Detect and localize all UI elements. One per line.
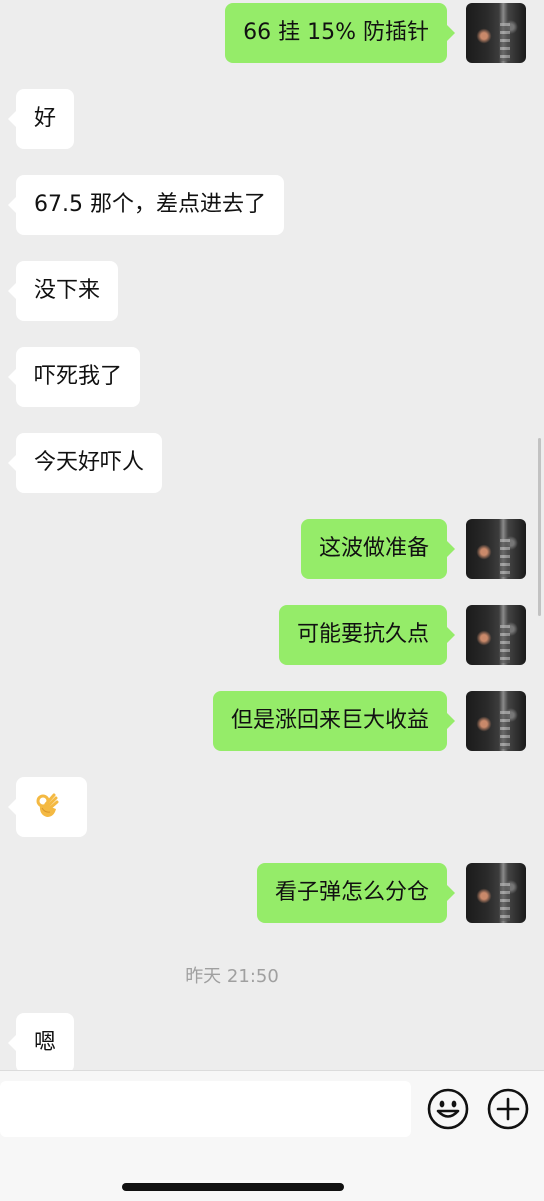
- message-text: 今天好吓人: [34, 450, 145, 475]
- message-text: 没下来: [34, 278, 101, 303]
- avatar-self[interactable]: [466, 519, 526, 579]
- message-bubble-sent[interactable]: 可能要抗久点: [278, 605, 456, 665]
- smiley-face-icon[interactable]: [427, 1088, 469, 1130]
- avatar-self[interactable]: [466, 3, 526, 63]
- message-text: 但是涨回来巨大收益: [230, 708, 429, 733]
- message-text: 看子弹怎么分仓: [274, 880, 429, 905]
- message-text: 吓死我了: [34, 364, 123, 389]
- ok-hand-emoji-icon: [36, 793, 59, 817]
- message-bubble-received[interactable]: 今天好吓人: [7, 433, 163, 493]
- message-bubble-received[interactable]: 好: [7, 89, 75, 149]
- message-input[interactable]: [0, 1081, 411, 1137]
- message-text: 嗯: [34, 1030, 57, 1055]
- scrollbar[interactable]: [538, 438, 541, 616]
- message-text: 66 挂 15% 防插针: [243, 20, 429, 45]
- message-bubble-received[interactable]: 没下来: [7, 261, 119, 321]
- plus-circle-icon[interactable]: [487, 1088, 529, 1130]
- message-bubble-sent[interactable]: 但是涨回来巨大收益: [212, 691, 456, 751]
- message-bubble-sent[interactable]: 这波做准备: [300, 519, 456, 579]
- message-bubble-received[interactable]: [8, 777, 87, 837]
- chat-timestamp: 昨天 21:50: [185, 966, 279, 987]
- avatar-self[interactable]: [466, 605, 526, 665]
- avatar-self[interactable]: [466, 863, 526, 923]
- message-text: 67.5 那个，差点进去了: [34, 192, 266, 217]
- message-bubble-sent[interactable]: 66 挂 15% 防插针: [225, 3, 455, 63]
- chat-message-list[interactable]: 66 挂 15% 防插针 好 67.5 那个，差点进去了 没下来 吓死我了 今天…: [0, 0, 544, 1070]
- message-bubble-received[interactable]: 嗯: [7, 1013, 75, 1070]
- avatar-self[interactable]: [466, 691, 526, 751]
- message-text: 好: [34, 106, 57, 131]
- message-text: 这波做准备: [318, 536, 429, 561]
- home-indicator[interactable]: [122, 1183, 344, 1191]
- message-bubble-received[interactable]: 吓死我了: [7, 347, 141, 407]
- message-bubble-received[interactable]: 67.5 那个，差点进去了: [8, 175, 284, 235]
- message-text: 可能要抗久点: [296, 622, 429, 647]
- input-bar: [0, 1070, 544, 1201]
- message-bubble-sent[interactable]: 看子弹怎么分仓: [256, 863, 456, 923]
